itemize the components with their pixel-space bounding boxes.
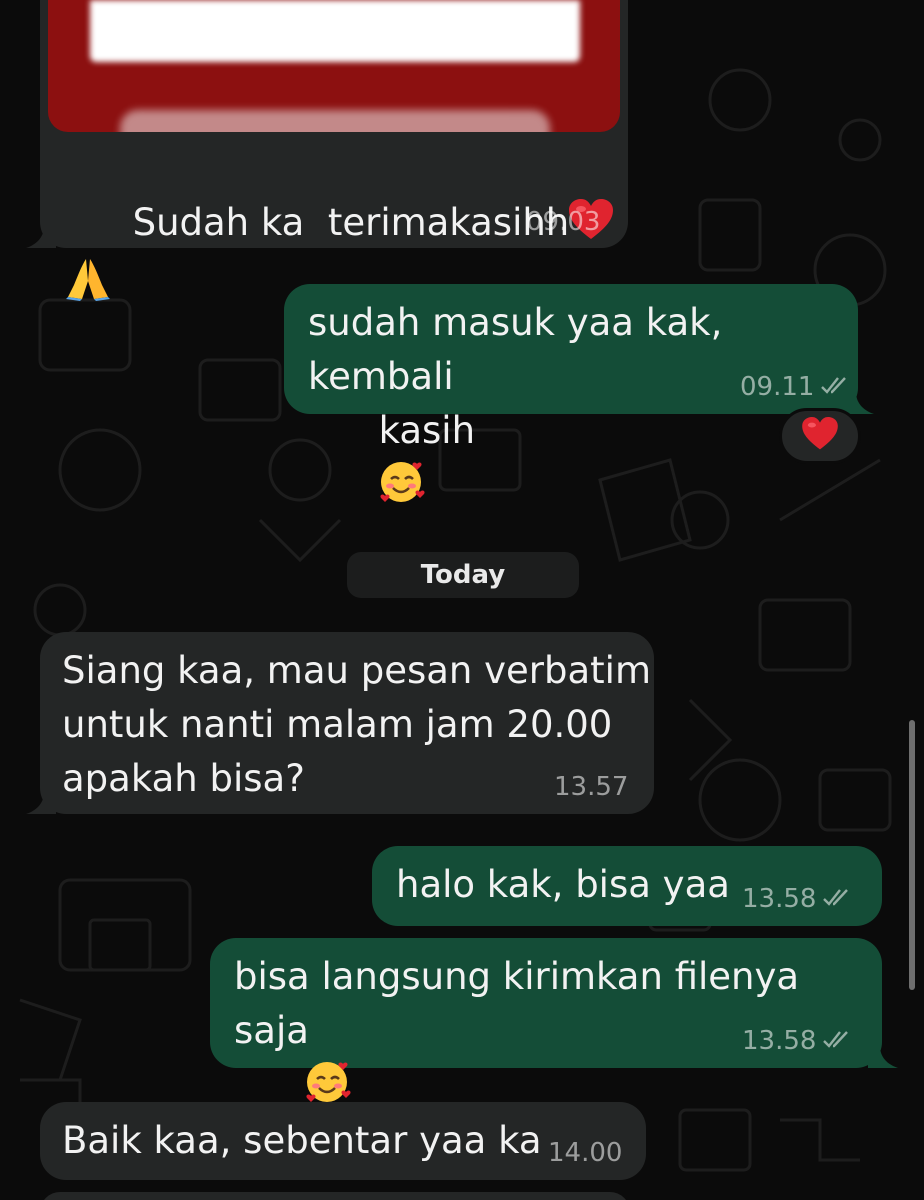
double-check-icon xyxy=(823,889,849,906)
partial-message-bubble xyxy=(40,1192,630,1200)
message-meta: 13.58 xyxy=(742,884,852,914)
double-check-icon xyxy=(823,1031,849,1048)
outgoing-message-bubble[interactable]: halo kak, bisa yaa 13.58 xyxy=(372,846,882,926)
message-text-line-3: apakah bisa? xyxy=(62,757,305,800)
smiling-face-with-hearts-emoji xyxy=(379,458,425,519)
folded-hands-emoji xyxy=(66,257,110,316)
incoming-message-bubble[interactable]: Sudah ka terimakasihh 09.03 xyxy=(40,0,628,301)
image-attachment[interactable] xyxy=(48,0,620,132)
message-timestamp: 13.58 xyxy=(742,1026,817,1056)
message-text: halo kak, bisa yaa xyxy=(396,863,730,906)
reaction-badge[interactable] xyxy=(779,408,861,464)
bubble-tail xyxy=(868,1046,898,1068)
message-meta: 13.58 xyxy=(742,1026,852,1056)
blurred-image-content xyxy=(90,0,580,62)
incoming-message-bubble[interactable]: Baik kaa, sebentar yaa ka 14.00 xyxy=(40,1102,646,1180)
incoming-message-bubble[interactable]: Siang kaa, mau pesan verbatim untuk nant… xyxy=(40,632,654,814)
message-timestamp: 13.57 xyxy=(554,772,629,802)
message-timestamp: 13.58 xyxy=(742,884,817,914)
message-timestamp: 09.11 xyxy=(740,372,815,402)
outgoing-message-bubble[interactable]: sudah masuk yaa kak, kembali kasih 09.11 xyxy=(284,284,858,502)
blurred-image-content-2 xyxy=(120,110,550,132)
message-text-line-2: untuk nanti malam jam 20.00 xyxy=(62,703,613,746)
outgoing-message-bubble[interactable]: bisa langsung kirimkan filenya saja 13.5… xyxy=(210,938,882,1102)
date-separator: Today xyxy=(347,552,579,598)
bubble-tail xyxy=(26,792,56,814)
red-heart-emoji xyxy=(802,417,838,455)
message-text: Baik kaa, sebentar yaa ka xyxy=(62,1119,542,1162)
message-text-line-2: kasih xyxy=(378,409,476,452)
chat-screen: Sudah ka terimakasihh 09.03 sudah masuk … xyxy=(0,0,924,1200)
message-text-line-1: Siang kaa, mau pesan verbatim xyxy=(62,649,651,692)
message-text-line-2-container: kasih xyxy=(308,350,475,573)
scrollbar[interactable] xyxy=(909,720,915,990)
bubble-tail xyxy=(26,226,56,248)
message-timestamp: 14.00 xyxy=(548,1138,623,1168)
bubble-tail xyxy=(844,392,874,414)
message-meta: 09.11 xyxy=(740,372,850,402)
message-text: Sudah ka terimakasihh xyxy=(132,201,570,244)
message-timestamp: 09.03 xyxy=(526,207,601,237)
